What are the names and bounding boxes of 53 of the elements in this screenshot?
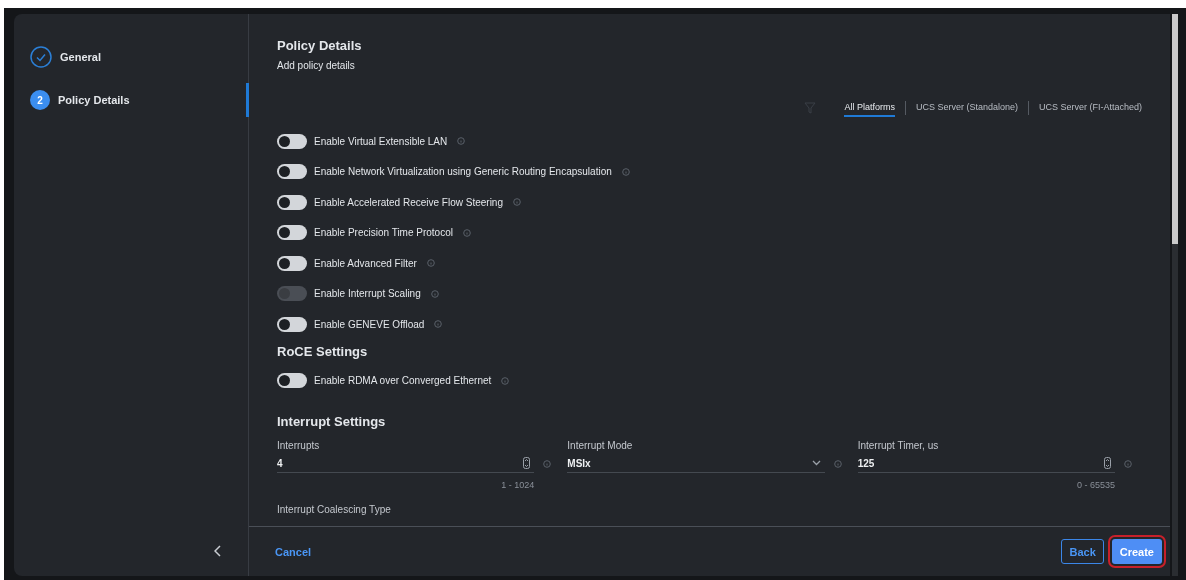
info-icon (1124, 459, 1132, 468)
range-hint: 1 - 1024 (500, 480, 535, 492)
stepper-icon (1104, 457, 1111, 469)
info-icon (462, 228, 471, 237)
info-icon (543, 459, 552, 468)
info-icon (513, 198, 521, 207)
filter-icon (804, 102, 817, 114)
platform-tab[interactable]: UCS Server (Standalone) (915, 99, 1018, 117)
toggle-label: Enable Accelerated Receive Flow Steering (314, 196, 503, 208)
toggle-switch[interactable] (277, 225, 307, 241)
toggle-label: Enable RDMA over Converged Ethernet (314, 375, 492, 387)
field-label: Interrupt Coalescing Type (277, 504, 392, 515)
toggle-label: Enable Precision Time Protocol (314, 227, 453, 239)
info-icon (430, 289, 439, 298)
info-icon (426, 259, 435, 268)
toggle-label: Enable GENEVE Offload (314, 318, 425, 330)
range-hint: 0 - 65535 (1075, 480, 1115, 492)
toggle-switch[interactable] (277, 255, 307, 271)
wizard-step[interactable]: General (14, 46, 248, 68)
info-icon (833, 459, 842, 468)
toggle-label: Enable Network Virtualization using Generic Routing Encapsulation (314, 166, 612, 178)
toggle-switch[interactable] (277, 164, 307, 180)
back-button[interactable]: Back (1061, 539, 1104, 564)
section-heading: RoCE Settings (277, 343, 369, 361)
platform-tab[interactable]: All Platforms (844, 99, 895, 117)
toggle-switch[interactable] (277, 133, 307, 149)
dropdown-field[interactable]: MSIx (567, 454, 825, 473)
info-icon (457, 137, 466, 146)
collapse-chevron-icon[interactable] (214, 545, 222, 557)
section-heading: Interrupt Settings (277, 414, 387, 431)
chevron-down-icon (811, 460, 821, 466)
page-title: Policy Details (277, 38, 363, 53)
toggle-label: Enable Advanced Filter (314, 257, 417, 269)
platform-tab[interactable]: UCS Server (FI-Attached) (1038, 99, 1142, 117)
toggle-label: Enable Interrupt Scaling (314, 288, 421, 300)
field-label: Interrupt Timer, us (857, 440, 940, 451)
step-number: 2 (30, 90, 50, 110)
toggle-switch[interactable] (277, 194, 307, 210)
stepper-icon (523, 457, 531, 469)
toggle-label: Enable Virtual Extensible LAN (314, 135, 448, 147)
scrollbar-thumb[interactable] (1172, 14, 1178, 244)
cancel-button[interactable]: Cancel (269, 544, 318, 559)
info-icon (434, 320, 443, 329)
page-subtitle: Add policy details (277, 60, 356, 71)
toggle-switch[interactable] (277, 373, 307, 389)
number-field[interactable]: 4 (277, 454, 535, 473)
info-icon (621, 167, 630, 176)
step-done-check-icon (30, 46, 52, 68)
toggle-switch[interactable] (277, 316, 307, 332)
field-label: Interrupts (277, 440, 321, 451)
field-label: Interrupt Mode (567, 440, 634, 451)
info-icon (501, 376, 510, 385)
number-field[interactable]: 125 (857, 454, 1115, 473)
